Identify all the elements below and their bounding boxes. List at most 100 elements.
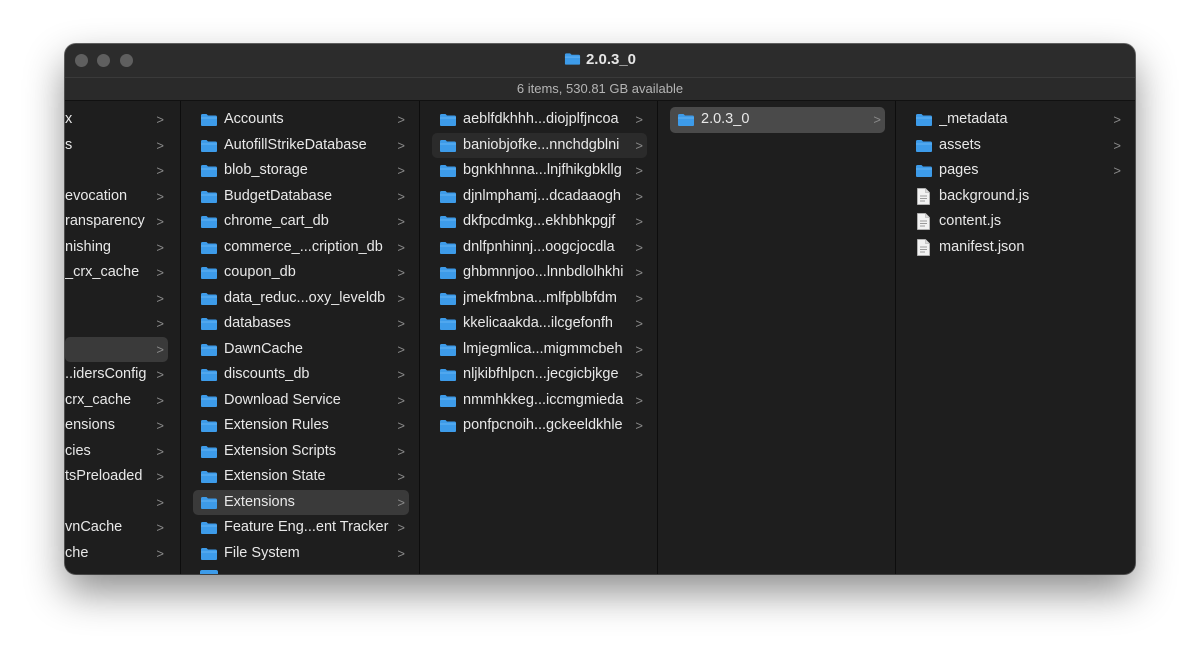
- chevron-right-icon: >: [156, 316, 164, 331]
- folder-row[interactable]: nljkibfhlpcn...jecgicbjkge >: [432, 362, 647, 388]
- folder-row[interactable]: assets >: [908, 133, 1125, 159]
- chevron-right-icon: >: [397, 392, 405, 408]
- folder-icon: [201, 547, 217, 560]
- folder-icon: [916, 114, 932, 126]
- item-name: coupon_db: [224, 264, 296, 280]
- folder-row[interactable]: Extension Rules >: [193, 413, 409, 439]
- chevron-right-icon: >: [635, 214, 643, 229]
- folder-row[interactable]: coupon_db >: [193, 260, 409, 286]
- folder-row[interactable]: 2.0.3_0 >: [670, 107, 885, 133]
- folder-row[interactable]: AutofillStrikeDatabase >: [193, 133, 409, 159]
- column-1[interactable]: x > s > > evocation > ransparency > nishing > _crx_…: [65, 101, 181, 574]
- folder-row[interactable]: discounts_db >: [193, 362, 409, 388]
- file-row[interactable]: content.js: [908, 209, 1125, 235]
- column-5-list: _metadata > assets > pages > background.js cont…: [896, 107, 1135, 260]
- chevron-right-icon: >: [635, 290, 643, 306]
- folder-row[interactable]: >: [65, 311, 168, 337]
- window-title-area: 2.0.3_0: [65, 51, 1135, 68]
- folder-row[interactable]: Accounts >: [193, 107, 409, 133]
- folder-row[interactable]: lmjegmlica...migmmcbeh >: [432, 337, 647, 363]
- folder-row[interactable]: ..idersConfig >: [65, 362, 168, 388]
- folder-row[interactable]: ransparency >: [65, 209, 168, 235]
- item-name: ransparency: [65, 213, 145, 229]
- folder-row[interactable]: File System >: [193, 541, 409, 567]
- item-name: content.js: [939, 213, 1002, 229]
- folder-row[interactable]: >: [65, 158, 168, 184]
- folder-row[interactable]: djnlmphamj...dcadaaogh >: [432, 184, 647, 210]
- folder-row[interactable]: _metadata >: [908, 107, 1125, 133]
- folder-row[interactable]: blob_storage >: [193, 158, 409, 184]
- folder-row[interactable]: Extensions >: [193, 489, 409, 515]
- item-name: File System: [224, 544, 300, 561]
- item-name: che: [65, 544, 89, 561]
- folder-row[interactable]: Extension State >: [193, 464, 409, 490]
- column-4[interactable]: 2.0.3_0 >: [658, 101, 896, 574]
- chevron-right-icon: >: [873, 112, 881, 127]
- folder-row[interactable]: ponfpcnoih...gckeeldkhle >: [432, 413, 647, 439]
- chevron-right-icon: >: [156, 520, 164, 535]
- chevron-right-icon: >: [156, 163, 164, 178]
- folder-row[interactable]: _crx_cache >: [65, 260, 168, 286]
- folder-row[interactable]: crx_cache >: [65, 388, 168, 414]
- folder-row[interactable]: commerce_...cription_db >: [193, 235, 409, 261]
- folder-row[interactable]: ghbmnnjoo...lnnbdlolhkhi >: [432, 260, 647, 286]
- folder-row[interactable]: bgnkhhnna...lnjfhikgbkllg >: [432, 158, 647, 184]
- folder-row[interactable]: nmmhkkeg...iccmgmieda >: [432, 388, 647, 414]
- folder-icon: [440, 267, 456, 279]
- item-name: cies: [65, 442, 91, 459]
- folder-row[interactable]: aeblfdkhhh...diojplfjncoa >: [432, 107, 647, 133]
- item-name: vnCache: [65, 519, 123, 535]
- folder-row[interactable]: pages >: [908, 158, 1125, 184]
- folder-row[interactable]: Feature Eng...ent Tracker >: [193, 515, 409, 541]
- folder-icon: [201, 292, 217, 305]
- status-bar: 6 items, 530.81 GB available: [65, 77, 1135, 101]
- folder-row[interactable]: Extension Scripts >: [193, 439, 409, 465]
- folder-row[interactable]: vnCache >: [65, 515, 168, 541]
- file-row[interactable]: background.js: [908, 184, 1125, 210]
- column-3[interactable]: aeblfdkhhh...diojplfjncoa > baniobjofke...…: [420, 101, 658, 574]
- folder-row[interactable]: BudgetDatabase >: [193, 184, 409, 210]
- folder-row[interactable]: tsPreloaded >: [65, 464, 168, 490]
- folder-row[interactable]: >: [65, 286, 168, 312]
- folder-icon: [201, 190, 217, 203]
- folder-row[interactable]: x >: [65, 107, 168, 133]
- folder-row[interactable]: chrome_cart_db >: [193, 209, 409, 235]
- folder-row[interactable]: cies >: [65, 439, 168, 465]
- folder-row[interactable]: data_reduc...oxy_leveldb >: [193, 286, 409, 312]
- column-5[interactable]: _metadata > assets > pages > background.js cont…: [896, 101, 1135, 574]
- folder-row[interactable]: baniobjofke...nnchdgblni >: [432, 132, 647, 158]
- chevron-right-icon: >: [397, 469, 405, 484]
- column-2[interactable]: Accounts > AutofillStrikeDatabase > blob_sto…: [181, 101, 420, 574]
- item-name: nljkibfhlpcn...jecgicbjkge: [463, 366, 619, 382]
- item-name: ghbmnnjoo...lnnbdlolhkhi: [463, 264, 624, 280]
- folder-row[interactable]: ensions >: [65, 413, 168, 439]
- folder-icon: [440, 420, 456, 432]
- column-browser: x > s > > evocation > ransparency > nishing > _crx_…: [65, 101, 1135, 574]
- folder-row[interactable]: Download Service >: [193, 388, 409, 414]
- chevron-right-icon: >: [635, 163, 643, 178]
- folder-row[interactable]: che >: [65, 541, 168, 567]
- file-row[interactable]: manifest.json: [908, 235, 1125, 261]
- folder-row[interactable]: s >: [65, 133, 168, 159]
- item-name: crx_cache: [65, 391, 132, 408]
- folder-row[interactable]: dnlfpnhinnj...oogcjocdla >: [432, 235, 647, 261]
- folder-row[interactable]: jmekfmbna...mlfpblbfdm >: [432, 286, 647, 312]
- folder-row[interactable]: dkfpcdmkg...ekhbhkpgjf >: [432, 209, 647, 235]
- chevron-right-icon: >: [397, 443, 405, 459]
- folder-row[interactable]: >: [65, 336, 168, 362]
- folder-icon: [440, 190, 456, 203]
- folder-row[interactable]: databases >: [193, 311, 409, 337]
- folder-row[interactable]: kkelicaakda...ilcgefonfh >: [432, 311, 647, 337]
- folder-row[interactable]: >: [65, 490, 168, 516]
- folder-row[interactable]: nishing >: [65, 235, 168, 261]
- chevron-right-icon: >: [156, 392, 164, 408]
- folder-icon: [201, 420, 217, 432]
- item-name: BudgetDatabase: [224, 187, 333, 204]
- folder-row[interactable]: DawnCache >: [193, 337, 409, 363]
- column-2-list: Accounts > AutofillStrikeDatabase > blob_sto…: [181, 107, 419, 566]
- chevron-right-icon: >: [397, 367, 405, 382]
- folder-row[interactable]: evocation >: [65, 184, 168, 210]
- folder-icon: [916, 139, 932, 152]
- item-name: nmmhkkeg...iccmgmieda: [463, 391, 624, 408]
- folder-icon: [440, 292, 456, 305]
